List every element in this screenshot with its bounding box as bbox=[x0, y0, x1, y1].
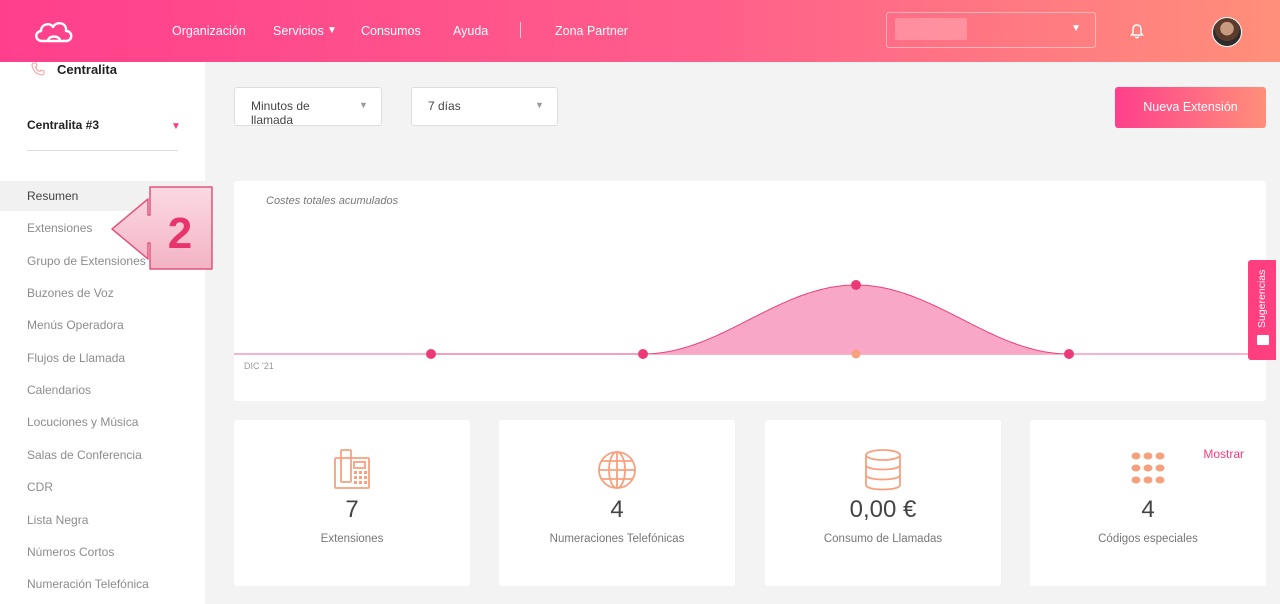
sidebar-item-lista-negra[interactable]: Lista Negra bbox=[0, 505, 205, 535]
stat-label: Extensiones bbox=[320, 533, 384, 545]
sidebar-title: Centralita bbox=[57, 62, 117, 77]
metric-select-value: Minutos de llamada bbox=[251, 99, 310, 125]
top-bar: Organización Servicios ▼ Consumos Ayuda … bbox=[0, 0, 1280, 62]
chart-point[interactable] bbox=[426, 349, 436, 359]
stat-label: Códigos especiales bbox=[1098, 533, 1198, 545]
sidebar-item-cdr[interactable]: CDR bbox=[0, 472, 205, 502]
select-underline bbox=[27, 150, 178, 151]
chart-baseline-marker bbox=[851, 349, 861, 359]
chevron-down-icon: ▼ bbox=[1071, 23, 1081, 34]
chevron-down-icon[interactable]: ▼ bbox=[327, 25, 337, 36]
sidebar-item-locuciones-y-musica[interactable]: Locuciones y Música bbox=[0, 407, 205, 437]
costs-chart bbox=[234, 280, 1266, 359]
stat-value: 4 bbox=[1141, 496, 1155, 523]
stat-card-numeraciones: 4 Numeraciones Telefónicas bbox=[499, 420, 735, 586]
chart-point[interactable] bbox=[851, 280, 861, 290]
stat-card-codigos: Mostrar 4 Códigos especiales bbox=[1030, 420, 1266, 586]
globe-icon bbox=[598, 451, 636, 489]
annotation-arrow: 2 bbox=[111, 186, 213, 270]
chevron-down-icon: ▼ bbox=[535, 100, 544, 110]
sidebar-item-numeracion-telefonica[interactable]: Numeración Telefónica bbox=[0, 569, 205, 599]
account-select[interactable]: ▼ bbox=[886, 12, 1096, 48]
account-select-value bbox=[895, 18, 967, 40]
period-select-value: 7 días bbox=[428, 99, 461, 113]
phone-icon bbox=[31, 62, 45, 76]
avatar[interactable] bbox=[1212, 17, 1242, 47]
stat-value: 0,00 € bbox=[849, 496, 917, 523]
logo-cloud-icon[interactable] bbox=[32, 19, 76, 45]
bell-icon[interactable] bbox=[1130, 23, 1144, 39]
suggestions-label[interactable]: Sugerencias bbox=[1256, 268, 1270, 328]
centralita-select[interactable]: Centralita #3 bbox=[27, 118, 99, 132]
nav-ayuda[interactable]: Ayuda bbox=[453, 24, 488, 38]
stat-label: Numeraciones Telefónicas bbox=[549, 533, 685, 545]
nav-consumos[interactable]: Consumos bbox=[361, 24, 421, 38]
sidebar-item-salas-de-conferencia[interactable]: Salas de Conferencia bbox=[0, 440, 205, 470]
sidebar-item-flujos-de-llamada[interactable]: Flujos de Llamada bbox=[0, 343, 205, 373]
stat-value: 7 bbox=[345, 496, 359, 523]
metric-select[interactable]: Minutos de llamada ▼ bbox=[234, 87, 382, 126]
chart-point[interactable] bbox=[1064, 349, 1074, 359]
inbox-icon[interactable] bbox=[1257, 335, 1269, 345]
sidebar-item-numeros-cortos[interactable]: Números Cortos bbox=[0, 537, 205, 567]
period-select[interactable]: 7 días ▼ bbox=[411, 87, 558, 126]
stat-card-consumo: 0,00 € Consumo de Llamadas bbox=[765, 420, 1001, 586]
nav-divider bbox=[520, 22, 521, 38]
annotation-number: 2 bbox=[168, 209, 192, 258]
sidebar-item-buzones-de-voz[interactable]: Buzones de Voz bbox=[0, 278, 205, 308]
chevron-down-icon: ▼ bbox=[359, 100, 368, 110]
stat-card-extensiones: 7 Extensiones bbox=[234, 420, 470, 586]
keypad-icon bbox=[1131, 452, 1165, 484]
database-icon bbox=[865, 449, 901, 491]
nav-zona-partner[interactable]: Zona Partner bbox=[555, 24, 628, 38]
chevron-down-icon[interactable]: ▼ bbox=[171, 121, 181, 132]
show-codes-link[interactable]: Mostrar bbox=[1203, 447, 1244, 461]
nav-servicios[interactable]: Servicios bbox=[273, 24, 324, 38]
chart-point[interactable] bbox=[638, 349, 648, 359]
sidebar-item-calendarios[interactable]: Calendarios bbox=[0, 375, 205, 405]
nav-organizacion[interactable]: Organización bbox=[172, 24, 246, 38]
x-axis-label: DIC '21 bbox=[244, 361, 274, 371]
stat-label: Consumo de Llamadas bbox=[823, 533, 943, 545]
phone-fax-icon bbox=[334, 449, 370, 489]
sidebar-item-menus-operadora[interactable]: Menús Operadora bbox=[0, 310, 205, 340]
new-extension-button[interactable]: Nueva Extensión bbox=[1115, 87, 1266, 128]
stat-value: 4 bbox=[610, 496, 624, 523]
